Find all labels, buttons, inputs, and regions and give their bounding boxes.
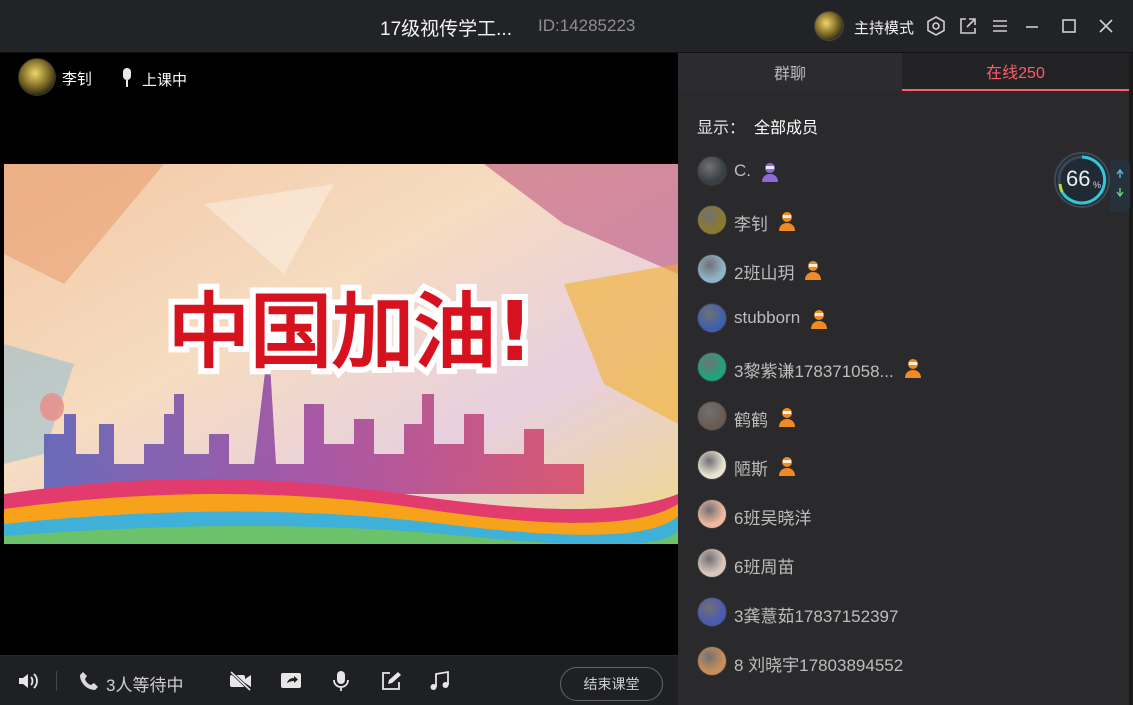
- room-id: ID:14285223: [538, 16, 636, 35]
- settings-hex-icon[interactable]: [924, 14, 948, 38]
- teacher-name: 李钊: [62, 71, 93, 88]
- filter-dropdown[interactable]: 全部成员: [754, 114, 818, 138]
- title-bar: 17级视传学工... ID:14285223 主持模式: [0, 0, 1133, 53]
- student-role-icon: [777, 210, 797, 232]
- tab-group-chat[interactable]: 群聊: [678, 53, 902, 91]
- sidebar-tabs: 群聊 在线250: [678, 53, 1129, 91]
- teacher-role-icon: [760, 161, 780, 183]
- member-row[interactable]: 2班山玥: [678, 248, 1129, 292]
- member-avatar[interactable]: [697, 450, 727, 480]
- member-name: 2班山玥: [734, 264, 795, 283]
- close-icon[interactable]: [1094, 14, 1118, 38]
- member-name: 8 刘晓宇17803894552: [734, 656, 904, 675]
- svg-text:中国加油!: 中国加油!: [168, 285, 533, 380]
- student-role-icon: [809, 308, 829, 330]
- student-role-icon: [777, 406, 797, 428]
- member-name: 鹤鹤: [734, 411, 768, 430]
- member-name: 6班周苗: [734, 558, 795, 577]
- member-avatar[interactable]: [697, 156, 727, 186]
- menu-icon[interactable]: [988, 14, 1012, 38]
- member-sidebar: 群聊 在线250 显示： 全部成员 C. 李钊 2班山玥 stubborn 3黎紫谦17…: [678, 53, 1129, 705]
- member-avatar[interactable]: [697, 499, 727, 529]
- member-row[interactable]: 3龚薏茹17837152397: [678, 591, 1129, 635]
- window-title: 17级视传学工...: [380, 19, 512, 40]
- class-status: 上课中: [142, 72, 188, 89]
- member-avatar[interactable]: [697, 646, 727, 676]
- member-row[interactable]: 8 刘晓宇17803894552: [678, 640, 1129, 684]
- student-role-icon: [803, 259, 823, 281]
- member-avatar[interactable]: [697, 254, 727, 284]
- screen-share-icon[interactable]: [278, 668, 304, 694]
- phone-icon[interactable]: [76, 668, 102, 694]
- member-name: 6班吴晓洋: [734, 509, 812, 528]
- teacher-avatar[interactable]: [18, 58, 56, 96]
- camera-off-icon[interactable]: [228, 668, 254, 694]
- member-avatar[interactable]: [697, 205, 727, 235]
- member-avatar[interactable]: [697, 352, 727, 382]
- host-avatar[interactable]: [814, 11, 844, 41]
- host-mode-label[interactable]: 主持模式: [854, 17, 914, 38]
- microphone-icon[interactable]: [328, 668, 354, 694]
- member-avatar[interactable]: [697, 597, 727, 627]
- member-row[interactable]: 鹤鹤: [678, 395, 1129, 439]
- music-icon[interactable]: [427, 668, 453, 694]
- filter-label: 显示：: [697, 120, 746, 137]
- member-row[interactable]: 6班周苗: [678, 542, 1129, 586]
- performance-value: 66: [1066, 166, 1091, 191]
- sidebar-scrollbar[interactable]: [1129, 53, 1133, 705]
- student-role-icon: [903, 357, 923, 379]
- toolbar-divider: [56, 671, 57, 691]
- member-name: 陋斯: [734, 460, 768, 479]
- member-row[interactable]: 6班吴晓洋: [678, 493, 1129, 537]
- member-name: 3黎紫谦178371058...: [734, 362, 894, 381]
- member-name: C.: [734, 161, 751, 180]
- waiting-count[interactable]: 3人等待中: [106, 671, 183, 696]
- mic-status-icon: [119, 67, 135, 94]
- shared-slide-image: 中国加油! 中国加油!: [4, 164, 678, 544]
- member-name: stubborn: [734, 308, 801, 327]
- member-row[interactable]: stubborn: [678, 297, 1129, 341]
- edit-icon[interactable]: [378, 668, 404, 694]
- tab-online-members[interactable]: 在线250: [902, 53, 1129, 91]
- speaker-icon[interactable]: [15, 668, 41, 694]
- member-avatar[interactable]: [697, 303, 727, 333]
- member-name: 3龚薏茹17837152397: [734, 607, 899, 626]
- end-class-button[interactable]: 结束课堂: [560, 667, 663, 701]
- performance-unit: %: [1093, 180, 1102, 190]
- member-row[interactable]: 3黎紫谦178371058...: [678, 346, 1129, 390]
- member-avatar[interactable]: [697, 548, 727, 578]
- maximize-icon[interactable]: [1057, 14, 1081, 38]
- member-row[interactable]: 陋斯: [678, 444, 1129, 488]
- student-role-icon: [777, 455, 797, 477]
- popout-icon[interactable]: [956, 14, 980, 38]
- member-avatar[interactable]: [697, 401, 727, 431]
- minimize-icon[interactable]: [1020, 14, 1044, 38]
- perf-arrows-panel[interactable]: [1110, 160, 1130, 212]
- member-name: 李钊: [734, 215, 768, 234]
